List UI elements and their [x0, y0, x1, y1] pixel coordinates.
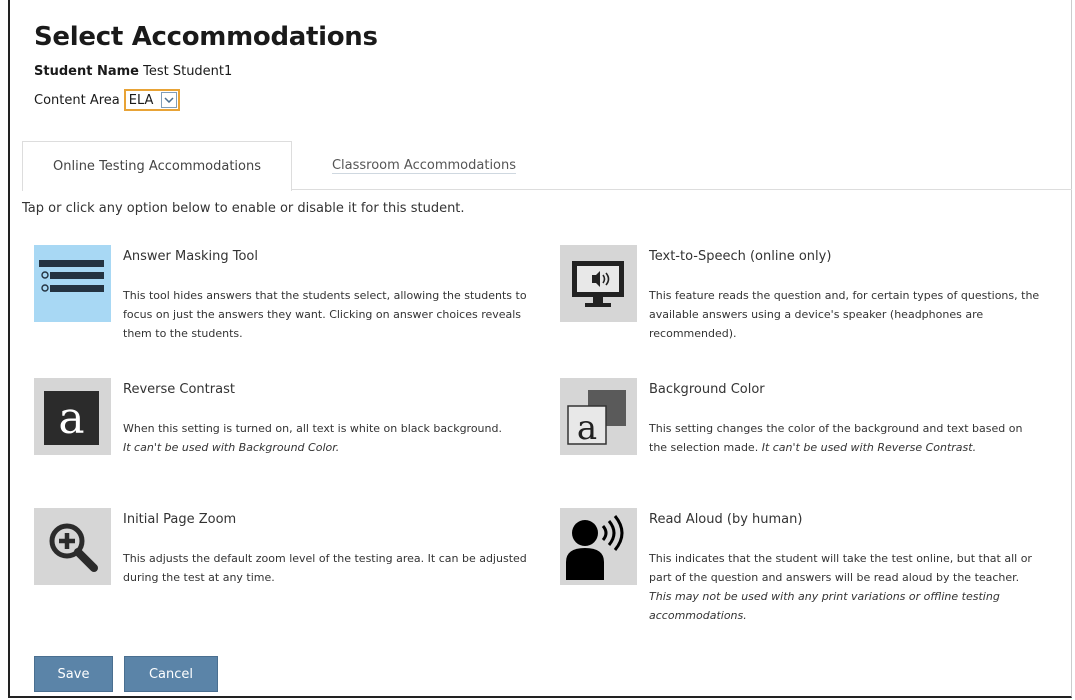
student-name-value: Test Student1	[143, 64, 233, 79]
accommodation-note: This may not be used with any print vari…	[649, 590, 1000, 622]
tab-label: Online Testing Accommodations	[53, 159, 261, 174]
accommodation-reverse-contrast[interactable]: a Reverse Contrast When this setting is …	[34, 378, 504, 468]
content-area-selected-value: ELA	[128, 92, 154, 108]
accommodation-description: This feature reads the question and, for…	[649, 289, 1040, 340]
accommodation-name: Read Aloud (by human)	[649, 512, 803, 527]
content-area-label: Content Area	[34, 92, 120, 108]
cancel-button[interactable]: Cancel	[124, 656, 218, 692]
accommodation-name: Reverse Contrast	[123, 382, 235, 397]
chevron-down-icon[interactable]	[161, 92, 178, 108]
tab-online-testing-accommodations[interactable]: Online Testing Accommodations	[22, 141, 292, 191]
accommodation-note: It can't be used with Reverse Contrast.	[761, 441, 977, 454]
accommodation-description: When this setting is turned on, all text…	[123, 422, 502, 454]
tab-label: Classroom Accommodations	[331, 157, 517, 174]
monitor-speaker-icon	[560, 245, 637, 322]
student-name-label: Student Name	[34, 64, 139, 79]
accommodation-name: Background Color	[649, 382, 765, 397]
accommodation-name: Answer Masking Tool	[123, 249, 258, 264]
accommodation-description: This setting changes the color of the ba…	[649, 422, 1023, 454]
accommodation-background-color[interactable]: a Background Color This setting changes …	[560, 378, 1040, 478]
answer-masking-icon	[34, 245, 111, 322]
reverse-contrast-icon: a	[34, 378, 111, 455]
svg-text:a: a	[58, 393, 84, 444]
content-area-select[interactable]: ELA	[123, 89, 181, 111]
accommodation-name: Initial Page Zoom	[123, 512, 237, 527]
accommodation-note: It can't be used with Background Color.	[123, 441, 340, 454]
accommodation-name: Text-to-Speech (online only)	[649, 249, 832, 264]
accommodation-answer-masking-tool[interactable]: Answer Masking Tool This tool hides answ…	[34, 245, 527, 345]
student-name-row: Student Name Test Student1	[34, 64, 232, 79]
tab-classroom-accommodations[interactable]: Classroom Accommodations	[312, 141, 536, 190]
page-title: Select Accommodations	[34, 22, 378, 52]
accommodation-initial-page-zoom[interactable]: Initial Page Zoom This adjusts the defau…	[34, 508, 527, 598]
person-speaking-icon	[560, 508, 637, 585]
svg-text:a: a	[577, 408, 597, 448]
accommodation-description: This tool hides answers that the student…	[123, 289, 527, 340]
content-area-row: Content Area ELA	[34, 89, 181, 111]
accommodation-tabs: Online Testing Accommodations Classroom …	[22, 141, 1072, 191]
save-button[interactable]: Save	[34, 656, 113, 692]
instructions-text: Tap or click any option below to enable …	[22, 201, 465, 216]
accommodation-description: This adjusts the default zoom level of t…	[123, 552, 527, 584]
zoom-in-icon	[34, 508, 111, 585]
background-color-icon: a	[560, 378, 637, 455]
accommodation-text-to-speech[interactable]: Text-to-Speech (online only) This featur…	[560, 245, 1040, 345]
accommodation-description: This indicates that the student will tak…	[649, 552, 1032, 622]
accommodation-read-aloud[interactable]: Read Aloud (by human) This indicates tha…	[560, 508, 1050, 638]
